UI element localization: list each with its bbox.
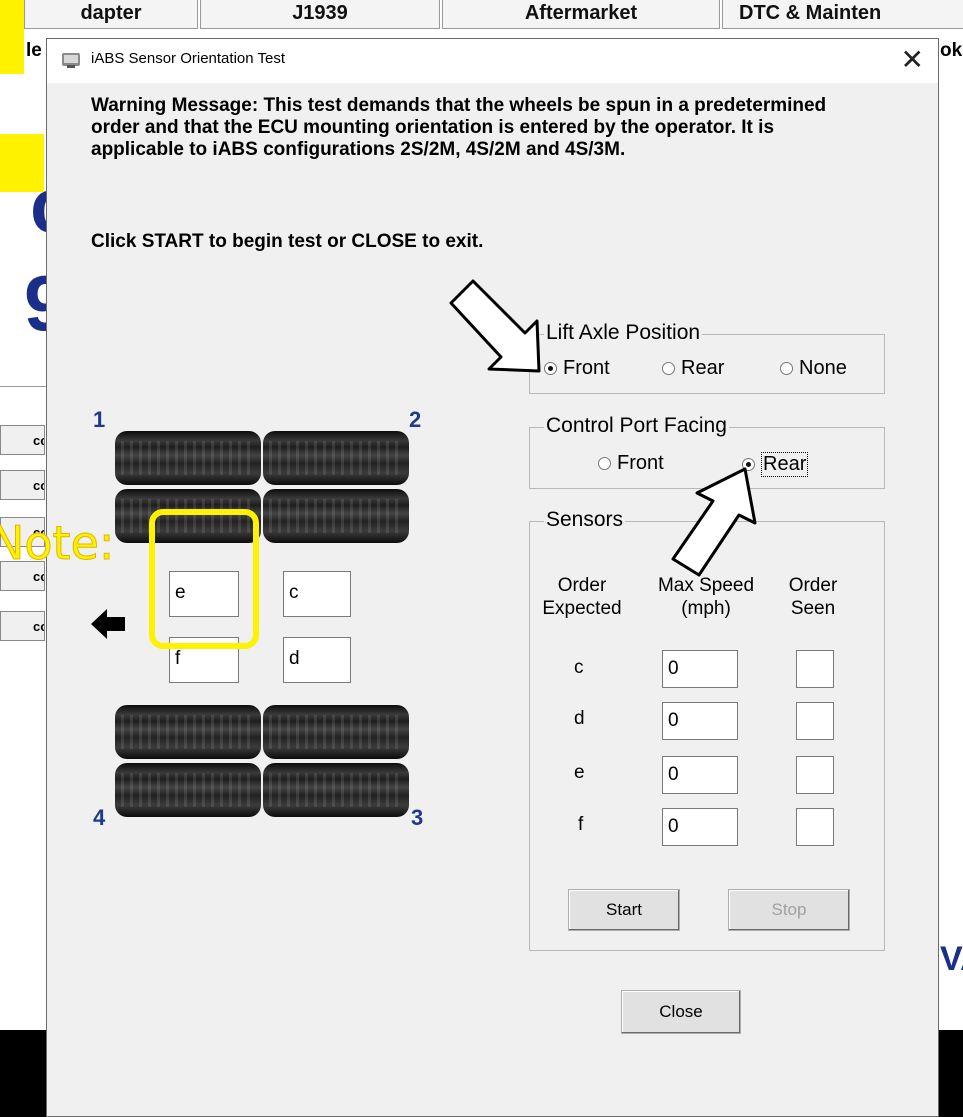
sensors-groupbox: Sensors Order Expected Max Speed (mph) O… bbox=[529, 505, 885, 951]
background-yellow-block-1 bbox=[0, 0, 24, 74]
background-tab-j1939[interactable]: J1939 bbox=[200, 0, 440, 29]
sensor-box-d: d bbox=[283, 637, 351, 683]
tire-image bbox=[263, 489, 409, 543]
background-fragment-left: le bbox=[26, 40, 42, 61]
wheel-number-1: 1 bbox=[93, 407, 106, 432]
close-button[interactable]: Close bbox=[621, 990, 741, 1034]
highlight-frame bbox=[149, 509, 259, 649]
tire-image bbox=[263, 431, 409, 485]
tire-image bbox=[263, 705, 409, 759]
radio-label: Front bbox=[617, 452, 664, 474]
sensor-letter-f: f bbox=[578, 814, 584, 835]
radio-label: Rear bbox=[681, 357, 725, 379]
background-tab-aftermarket[interactable]: Aftermarket bbox=[442, 0, 720, 29]
sensor-letter-d: d bbox=[574, 708, 585, 729]
background-tab-adapter[interactable]: dapter bbox=[24, 0, 198, 29]
max-speed-e-field[interactable]: 0 bbox=[662, 756, 738, 794]
order-seen-d-field[interactable] bbox=[796, 702, 834, 740]
tire-image bbox=[115, 431, 261, 485]
warning-message: Warning Message: This test demands that … bbox=[91, 95, 827, 160]
order-seen-e-field[interactable] bbox=[796, 756, 834, 794]
background-side-button[interactable]: co bbox=[0, 611, 45, 641]
lift-axle-legend: Lift Axle Position bbox=[544, 318, 703, 348]
background-tab-dtc[interactable]: DTC & Mainten bbox=[722, 0, 963, 29]
dialog-titlebar[interactable]: iABS Sensor Orientation Test ✕ bbox=[47, 39, 938, 83]
stop-button[interactable]: Stop bbox=[728, 889, 850, 931]
lift-axle-rear-radio[interactable]: Rear bbox=[662, 357, 724, 380]
wheel-number-2: 2 bbox=[409, 407, 422, 432]
sensors-legend: Sensors bbox=[544, 505, 626, 535]
lift-axle-groupbox: Lift Axle Position Front Rear None bbox=[529, 318, 885, 394]
note-label: Note: bbox=[0, 516, 115, 571]
control-port-front-radio[interactable]: Front bbox=[598, 452, 664, 475]
callout-arrow-icon bbox=[449, 279, 541, 373]
background-divider bbox=[0, 386, 46, 387]
sensor-letter-c: c bbox=[574, 657, 584, 678]
radio-label: Front bbox=[563, 357, 610, 379]
max-speed-header: Max Speed (mph) bbox=[657, 575, 755, 619]
instruction-text: Click START to begin test or CLOSE to ex… bbox=[91, 231, 484, 252]
radio-unselected-icon bbox=[780, 362, 793, 375]
close-icon[interactable]: ✕ bbox=[901, 43, 924, 77]
tire-image bbox=[115, 705, 261, 759]
dialog-title: iABS Sensor Orientation Test bbox=[91, 50, 285, 67]
order-expected-header: Order Expected bbox=[542, 575, 622, 619]
max-speed-d-field[interactable]: 0 bbox=[662, 702, 738, 740]
start-button[interactable]: Start bbox=[568, 889, 680, 931]
max-speed-f-field[interactable]: 0 bbox=[662, 808, 738, 846]
radio-unselected-icon bbox=[598, 457, 611, 470]
background-side-button[interactable]: co bbox=[0, 425, 45, 455]
tire-image bbox=[115, 763, 261, 817]
radio-label: None bbox=[799, 357, 847, 379]
order-seen-header: Order Seen bbox=[788, 575, 838, 619]
callout-arrow-icon bbox=[671, 467, 757, 577]
order-seen-f-field[interactable] bbox=[796, 808, 834, 846]
tire-image bbox=[263, 763, 409, 817]
direction-arrow-icon bbox=[91, 609, 125, 639]
background-brand-fragment: VA bbox=[940, 940, 963, 978]
max-speed-c-field[interactable]: 0 bbox=[662, 650, 738, 688]
radio-label: Rear bbox=[761, 452, 809, 477]
wheel-number-3: 3 bbox=[411, 805, 424, 830]
background-side-button[interactable]: co bbox=[0, 470, 45, 500]
app-icon bbox=[62, 53, 80, 68]
order-seen-c-field[interactable] bbox=[796, 650, 834, 688]
control-port-legend: Control Port Facing bbox=[544, 411, 729, 441]
wheel-number-4: 4 bbox=[93, 805, 106, 830]
background-tab-strip: dapter J1939 Aftermarket DTC & Mainten bbox=[0, 0, 963, 40]
lift-axle-none-radio[interactable]: None bbox=[780, 357, 847, 380]
radio-unselected-icon bbox=[662, 362, 675, 375]
sensor-letter-e: e bbox=[574, 762, 585, 783]
sensor-box-c: c bbox=[283, 571, 351, 617]
background-fragment-right: ok bbox=[940, 40, 963, 61]
